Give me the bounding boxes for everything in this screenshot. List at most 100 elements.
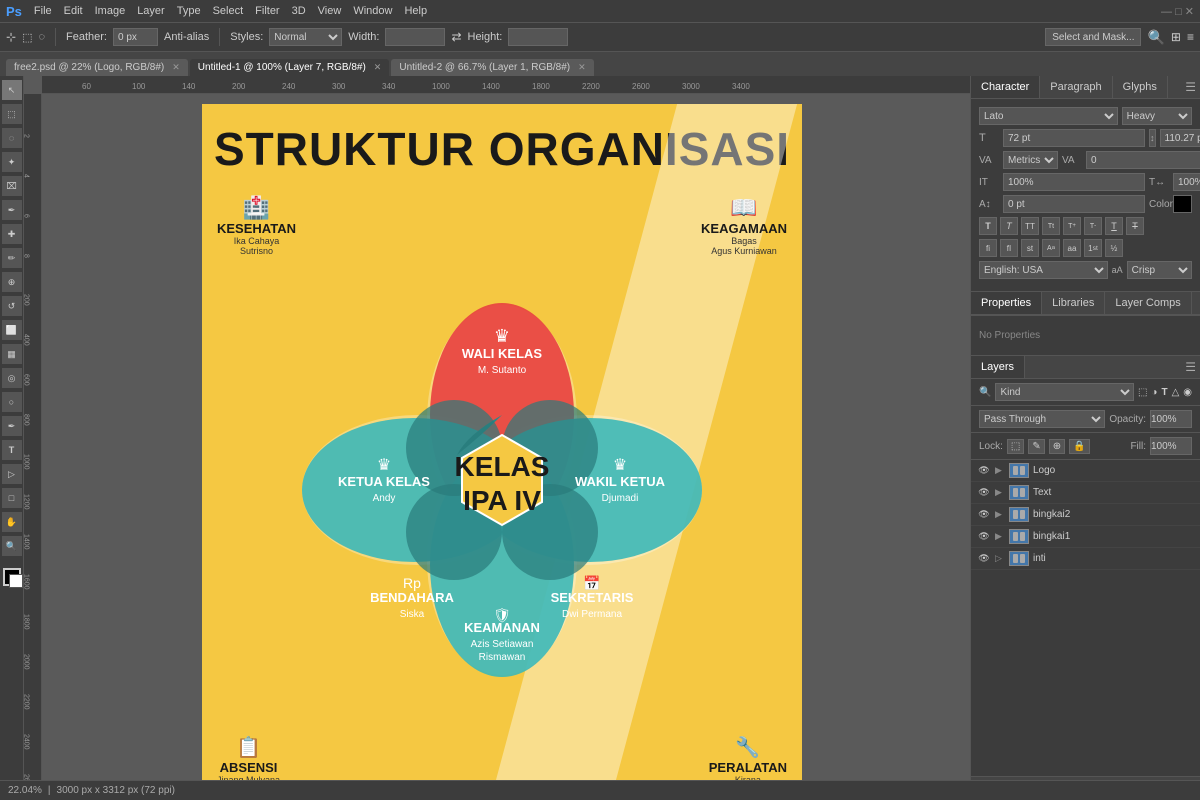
text-filter-icon[interactable]: T — [1161, 387, 1167, 398]
tab-untitled1[interactable]: Untitled-1 @ 100% (Layer 7, RGB/8#) ✕ — [190, 59, 390, 76]
tracking-input[interactable] — [1086, 151, 1200, 169]
healing-tool[interactable]: ✚ — [2, 224, 22, 244]
clone-tool[interactable]: ⊕ — [2, 272, 22, 292]
opacity-input[interactable] — [1150, 410, 1192, 428]
aa-btn[interactable]: aa — [1063, 239, 1081, 257]
small-caps-btn[interactable]: Tt — [1042, 217, 1060, 235]
layer-visibility-inti[interactable]: 👁 — [977, 552, 991, 566]
ordinal-btn[interactable]: st — [1021, 239, 1039, 257]
menu-window[interactable]: Window — [353, 5, 392, 17]
feather-input[interactable] — [113, 28, 158, 46]
more-icon[interactable]: ≡ — [1187, 30, 1194, 44]
select-mask-button[interactable]: Select and Mask... — [1045, 28, 1141, 46]
menu-image[interactable]: Image — [95, 5, 126, 17]
menu-help[interactable]: Help — [404, 5, 427, 17]
text-tool[interactable]: T — [2, 440, 22, 460]
tab-untitled2[interactable]: Untitled-2 @ 66.7% (Layer 1, RGB/8#) ✕ — [391, 59, 593, 76]
tab-close-0[interactable]: ✕ — [172, 62, 180, 73]
menu-type[interactable]: Type — [177, 5, 201, 17]
scale-h-input[interactable] — [1173, 173, 1200, 191]
menu-filter[interactable]: Filter — [255, 5, 279, 17]
language-select[interactable]: English: USA — [979, 261, 1108, 279]
font-family-select[interactable]: Lato — [979, 107, 1118, 125]
subscript-btn[interactable]: T- — [1084, 217, 1102, 235]
tab-close-1[interactable]: ✕ — [374, 62, 382, 73]
menu-select[interactable]: Select — [213, 5, 244, 17]
glyphs-tab[interactable]: Glyphs — [1113, 76, 1168, 98]
layer-visibility-bingkai2[interactable]: 👁 — [977, 508, 991, 522]
layer-expand-logo[interactable]: ▶ — [995, 465, 1005, 476]
search-icon[interactable]: 🔍 — [1147, 29, 1164, 46]
layer-visibility-logo[interactable]: 👁 — [977, 464, 991, 478]
layer-bingkai1[interactable]: 👁 ▶ bingkai1 — [971, 526, 1200, 548]
path-select-tool[interactable]: ▷ — [2, 464, 22, 484]
hand-tool[interactable]: ✋ — [2, 512, 22, 532]
bold-btn[interactable]: T — [979, 217, 997, 235]
layers-tab[interactable]: Layers — [971, 356, 1025, 378]
superscript-btn[interactable]: T+ — [1063, 217, 1081, 235]
workspace-icon[interactable]: ⊞ — [1171, 30, 1181, 44]
strikethrough-btn[interactable]: T — [1126, 217, 1144, 235]
baseline-input[interactable] — [1003, 195, 1145, 213]
width-input[interactable] — [385, 28, 445, 46]
layers-panel-menu-icon[interactable]: ☰ — [1185, 360, 1196, 374]
lock-artboards-icon[interactable]: ⊕ — [1049, 439, 1065, 454]
history-brush[interactable]: ↺ — [2, 296, 22, 316]
lasso-tool-icon[interactable]: ◌ — [38, 31, 45, 43]
pixel-filter-icon[interactable]: ⬚ — [1138, 387, 1147, 398]
leading-input[interactable] — [1160, 129, 1200, 147]
height-input[interactable] — [508, 28, 568, 46]
swap-icon[interactable]: ⇄ — [451, 30, 461, 44]
blend-mode-select[interactable]: Pass Through Normal Multiply — [979, 410, 1105, 428]
adjustment-filter-icon[interactable]: ◑ — [1151, 387, 1157, 398]
superscript2-btn[interactable]: Aa — [1042, 239, 1060, 257]
fill-input[interactable] — [1150, 437, 1192, 455]
scale-v-input[interactable] — [1003, 173, 1145, 191]
underline-btn[interactable]: T — [1105, 217, 1123, 235]
lock-pixels-icon[interactable]: ⬚ — [1007, 439, 1024, 454]
italic-btn[interactable]: T — [1000, 217, 1018, 235]
kerning-select[interactable]: Metrics Optical — [1003, 151, 1058, 169]
styles-select[interactable]: Normal Fixed Ratio Fixed Size — [269, 28, 342, 46]
layer-bingkai2[interactable]: 👁 ▶ bingkai2 — [971, 504, 1200, 526]
layer-inti[interactable]: 👁 ▷ inti — [971, 548, 1200, 570]
paragraph-tab[interactable]: Paragraph — [1040, 76, 1112, 98]
lock-position-icon[interactable]: ✎ — [1028, 439, 1044, 454]
tab-close-2[interactable]: ✕ — [578, 62, 586, 73]
color-picker[interactable] — [1173, 195, 1192, 213]
eyedropper-tool[interactable]: ✒ — [2, 200, 22, 220]
menu-file[interactable]: File — [34, 5, 52, 17]
layer-text[interactable]: 👁 ▶ Text — [971, 482, 1200, 504]
layer-logo[interactable]: 👁 ▶ Logo — [971, 460, 1200, 482]
layer-expand-inti[interactable]: ▷ — [995, 553, 1005, 564]
shape-filter-icon[interactable]: △ — [1172, 387, 1180, 398]
tab-free2[interactable]: free2.psd @ 22% (Logo, RGB/8#) ✕ — [6, 59, 188, 76]
layer-visibility-text[interactable]: 👁 — [977, 486, 991, 500]
zoom-tool[interactable]: 🔍 — [2, 536, 22, 556]
font-weight-select[interactable]: Heavy — [1122, 107, 1192, 125]
layer-expand-bingkai1[interactable]: ▶ — [995, 531, 1005, 542]
all-caps-btn[interactable]: TT — [1021, 217, 1039, 235]
layer-expand-text[interactable]: ▶ — [995, 487, 1005, 498]
lasso-tool[interactable]: ◌ — [2, 128, 22, 148]
ord-btn[interactable]: 1st — [1084, 239, 1102, 257]
eraser-tool[interactable]: ⬜ — [2, 320, 22, 340]
gradient-tool[interactable]: ▦ — [2, 344, 22, 364]
foreground-color[interactable] — [3, 568, 21, 586]
libraries-tab[interactable]: Libraries — [1042, 292, 1105, 314]
lock-all-icon[interactable]: 🔒 — [1069, 439, 1089, 454]
anti-alias-select[interactable]: Crisp None Sharp Strong Smooth — [1127, 261, 1192, 279]
frac-btn[interactable]: ½ — [1105, 239, 1123, 257]
blur-tool[interactable]: ◎ — [2, 368, 22, 388]
layer-expand-bingkai2[interactable]: ▶ — [995, 509, 1005, 520]
magic-wand-tool[interactable]: ✦ — [2, 152, 22, 172]
brush-tool[interactable]: ✏ — [2, 248, 22, 268]
menu-view[interactable]: View — [318, 5, 342, 17]
pen-tool[interactable]: ✒ — [2, 416, 22, 436]
character-tab[interactable]: Character — [971, 76, 1040, 98]
panel-menu-icon[interactable]: ☰ — [1185, 80, 1196, 94]
menu-3d[interactable]: 3D — [292, 5, 306, 17]
font-size-input[interactable] — [1003, 129, 1145, 147]
selection-tool-icon[interactable]: ⬚ — [22, 31, 32, 44]
smart-filter-icon[interactable]: ◉ — [1183, 387, 1192, 398]
